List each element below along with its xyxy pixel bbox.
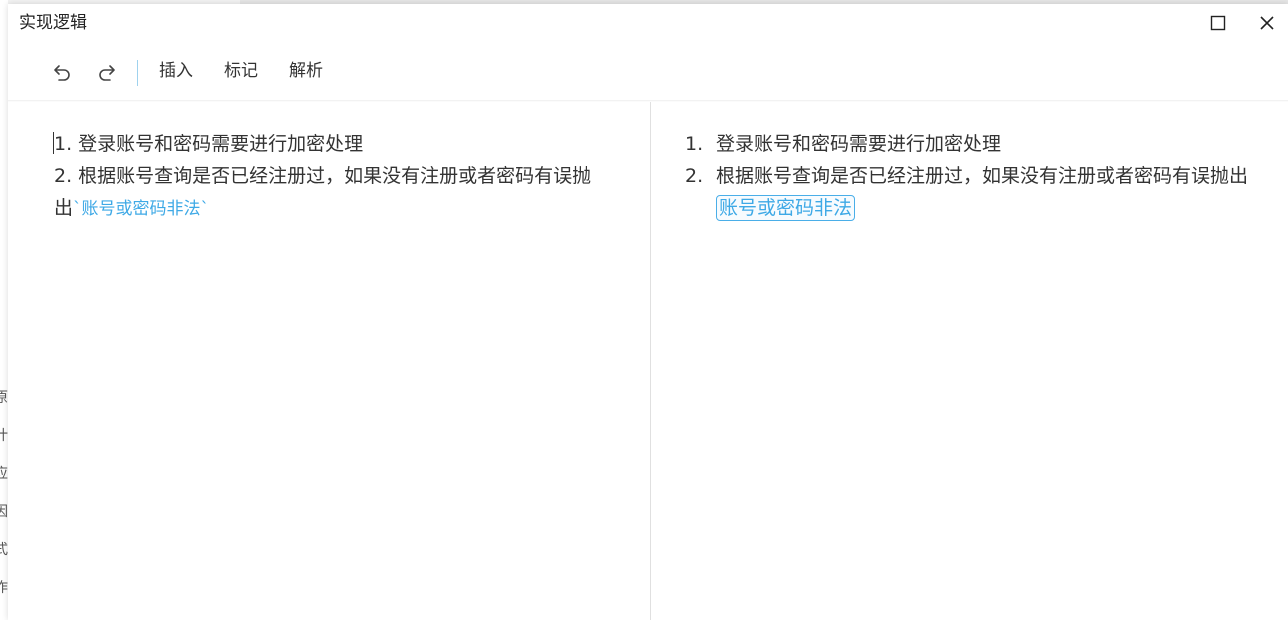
- list-item-text: 根据账号查询是否已经注册过，如果没有注册或者密码有误抛出: [716, 165, 1249, 187]
- bg-fragment: 计: [0, 428, 8, 444]
- bg-fragment: 作: [0, 580, 8, 596]
- source-line-1: 1. 登录账号和密码需要进行加密处理: [54, 133, 364, 155]
- markdown-editor-dialog: 实现逻辑 插入 标记 解析 1. 登录账号和密码需要进行加密处理 2. 根据账号…: [8, 4, 1288, 620]
- dialog-title: 实现逻辑: [19, 13, 87, 33]
- insert-menu[interactable]: 插入: [159, 60, 193, 82]
- source-inline-code: `账号或密码非法`: [73, 199, 210, 219]
- background-sidebar-fragment: t / [ 原 计 应 因 式 作: [0, 0, 8, 620]
- markdown-preview-pane: 1. 登录账号和密码需要进行加密处理 2. 根据账号查询是否已经注册过，如果没有…: [651, 102, 1288, 620]
- list-item-number: 1.: [685, 133, 704, 155]
- bg-fragment: [: [0, 122, 8, 138]
- inline-code-chip: 账号或密码非法: [716, 195, 856, 221]
- close-icon: [1260, 16, 1274, 30]
- redo-icon: [99, 65, 115, 81]
- maximize-button[interactable]: [1205, 10, 1231, 36]
- bg-fragment: 原: [0, 390, 8, 406]
- dialog-titlebar: 实现逻辑: [8, 4, 1288, 42]
- bg-fragment: 应: [0, 466, 8, 482]
- list-item-text: 登录账号和密码需要进行加密处理: [716, 133, 1002, 155]
- redo-button[interactable]: [93, 58, 123, 86]
- bg-fragment: 因: [0, 504, 8, 520]
- preview-ordered-list: 1. 登录账号和密码需要进行加密处理 2. 根据账号查询是否已经注册过，如果没有…: [685, 128, 1255, 224]
- list-item: 2. 根据账号查询是否已经注册过，如果没有注册或者密码有误抛出账号或密码非法: [685, 160, 1255, 224]
- parse-menu[interactable]: 解析: [289, 60, 323, 82]
- toolbar-separator: [137, 60, 138, 86]
- markdown-source-text[interactable]: 1. 登录账号和密码需要进行加密处理 2. 根据账号查询是否已经注册过，如果没有…: [54, 128, 594, 225]
- markdown-source-pane[interactable]: 1. 登录账号和密码需要进行加密处理 2. 根据账号查询是否已经注册过，如果没有…: [8, 102, 650, 620]
- bg-fragment: 式: [0, 542, 8, 558]
- undo-button[interactable]: [46, 58, 76, 86]
- editor-toolbar: 插入 标记 解析: [8, 46, 1288, 98]
- bg-fragment: t: [0, 14, 8, 30]
- list-item: 1. 登录账号和密码需要进行加密处理: [685, 128, 1255, 160]
- close-button[interactable]: [1254, 10, 1280, 36]
- mark-menu[interactable]: 标记: [224, 60, 258, 82]
- list-item-number: 2.: [685, 165, 704, 187]
- undo-icon: [54, 65, 70, 81]
- bg-fragment: /: [0, 82, 8, 98]
- maximize-icon: [1210, 15, 1226, 31]
